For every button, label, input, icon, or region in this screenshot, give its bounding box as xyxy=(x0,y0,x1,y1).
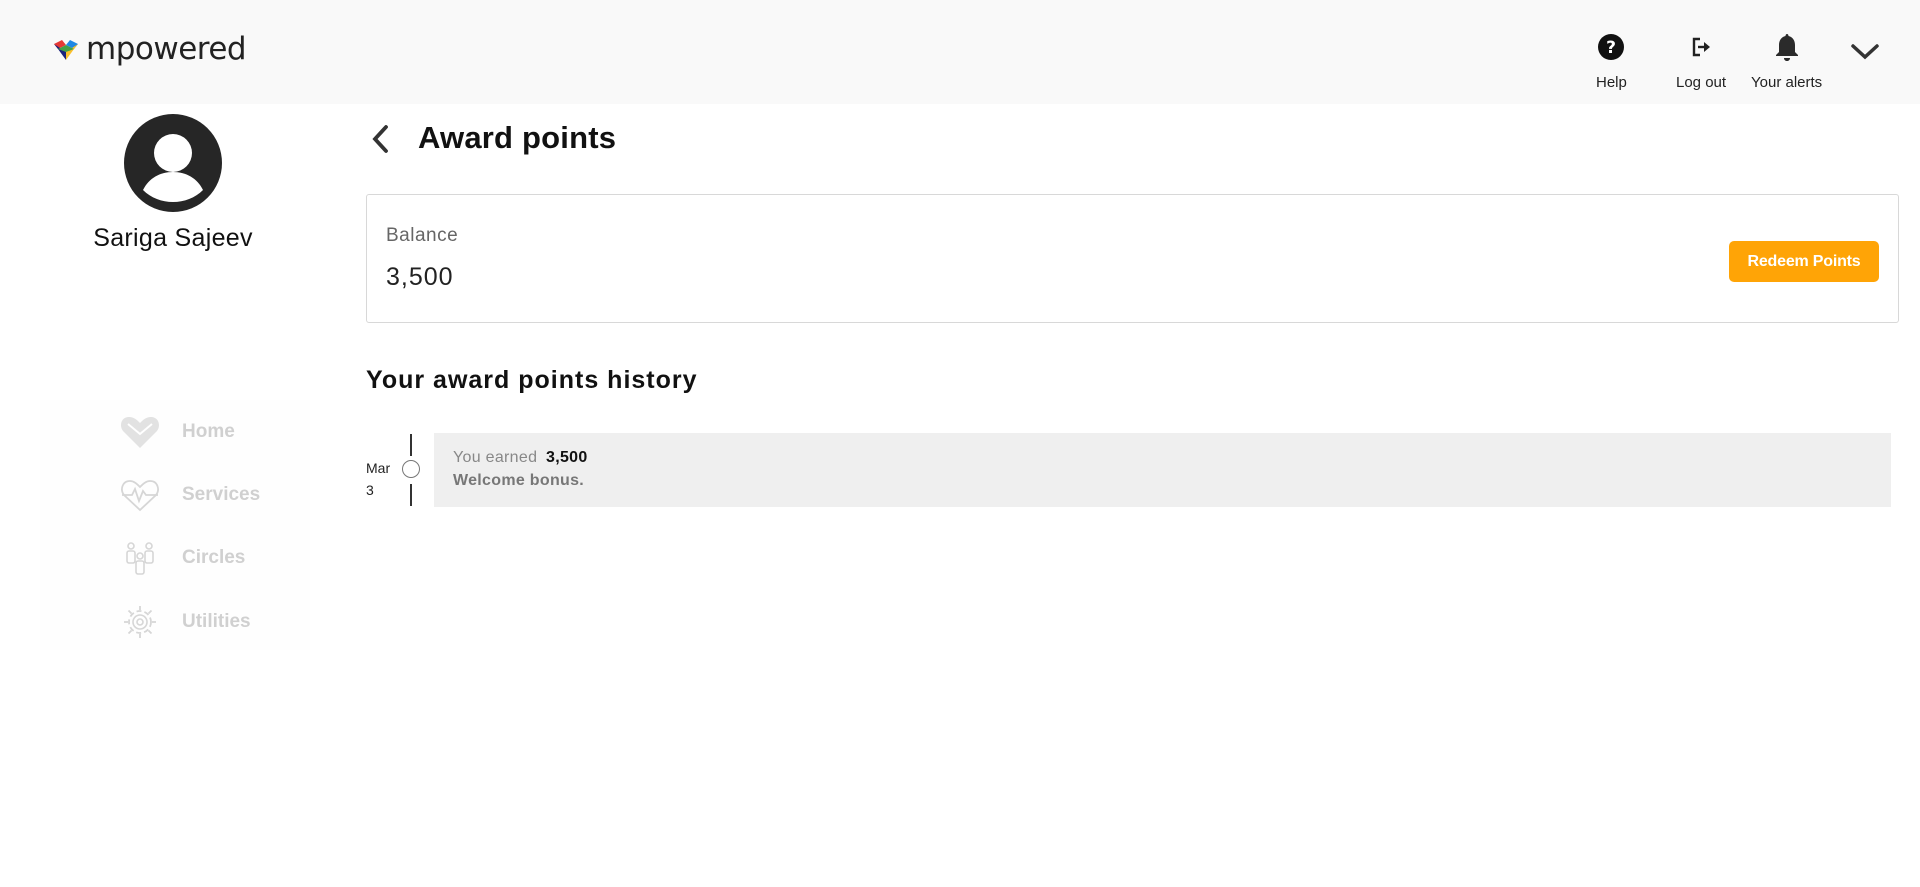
logout-icon xyxy=(1686,32,1716,62)
sidebar-item-circles[interactable]: Circles xyxy=(120,538,245,578)
balance-value: 3,500 xyxy=(386,263,454,291)
chevron-left-icon xyxy=(372,125,388,153)
sidebar-item-label: Services xyxy=(182,484,261,505)
avatar[interactable] xyxy=(124,114,222,212)
sidebar-item-label: Circles xyxy=(182,547,246,568)
sidebar-nav: Home Services Circles Utilities xyxy=(40,400,310,650)
history-entry-description: Welcome bonus. xyxy=(453,472,585,489)
sidebar-item-utilities[interactable]: Utilities xyxy=(120,602,251,642)
bell-icon xyxy=(1772,32,1802,62)
heartbeat-icon xyxy=(120,475,160,515)
help-label: Help xyxy=(1596,74,1627,91)
top-header: mpowered ? Help Log out Your alerts xyxy=(0,0,1920,104)
sidebar-item-home[interactable]: Home xyxy=(120,412,235,452)
logout-button[interactable]: Log out xyxy=(1676,32,1726,91)
timeline-dot xyxy=(402,460,420,478)
history-entry-prefix: You earned xyxy=(453,449,538,466)
chevron-down-icon xyxy=(1851,44,1879,60)
alerts-label: Your alerts xyxy=(1751,74,1823,91)
logout-label: Log out xyxy=(1676,74,1727,91)
back-button[interactable] xyxy=(366,122,396,156)
app-logo[interactable]: mpowered xyxy=(52,31,247,67)
history-entry: You earned 3,500 Welcome bonus. xyxy=(434,433,1891,507)
history-date: Mar 3 xyxy=(366,457,406,501)
svg-text:?: ? xyxy=(1606,38,1616,58)
timeline-line xyxy=(410,434,412,456)
heart-logo-icon xyxy=(120,412,160,452)
people-icon xyxy=(120,538,160,578)
history-heading: Your award points history xyxy=(366,366,698,394)
user-profile: Sariga Sajeev xyxy=(60,114,286,253)
history-entry-amount: 3,500 xyxy=(546,449,588,466)
account-menu-toggle[interactable] xyxy=(1848,34,1882,68)
history-date-day: 3 xyxy=(366,482,374,498)
user-avatar-icon xyxy=(124,114,222,212)
sidebar-item-label: Home xyxy=(182,421,235,442)
mpowered-logo-icon xyxy=(54,39,78,60)
help-button[interactable]: ? Help xyxy=(1596,32,1627,91)
history-entry-summary: You earned 3,500 xyxy=(453,449,588,467)
history-date-month: Mar xyxy=(366,460,391,476)
sidebar-item-label: Utilities xyxy=(182,611,251,632)
logo-text: mpowered xyxy=(86,31,247,67)
alerts-button[interactable]: Your alerts xyxy=(1751,32,1822,91)
balance-label: Balance xyxy=(386,225,459,246)
help-icon: ? xyxy=(1596,32,1626,62)
user-name: Sariga Sajeev xyxy=(93,224,253,252)
page-title: Award points xyxy=(418,120,617,155)
sidebar-item-services[interactable]: Services xyxy=(120,475,260,515)
timeline-line xyxy=(410,484,412,506)
redeem-points-button[interactable]: Redeem Points xyxy=(1729,241,1879,282)
balance-card: Balance 3,500 Redeem Points xyxy=(366,194,1899,323)
gear-icon xyxy=(120,602,160,642)
